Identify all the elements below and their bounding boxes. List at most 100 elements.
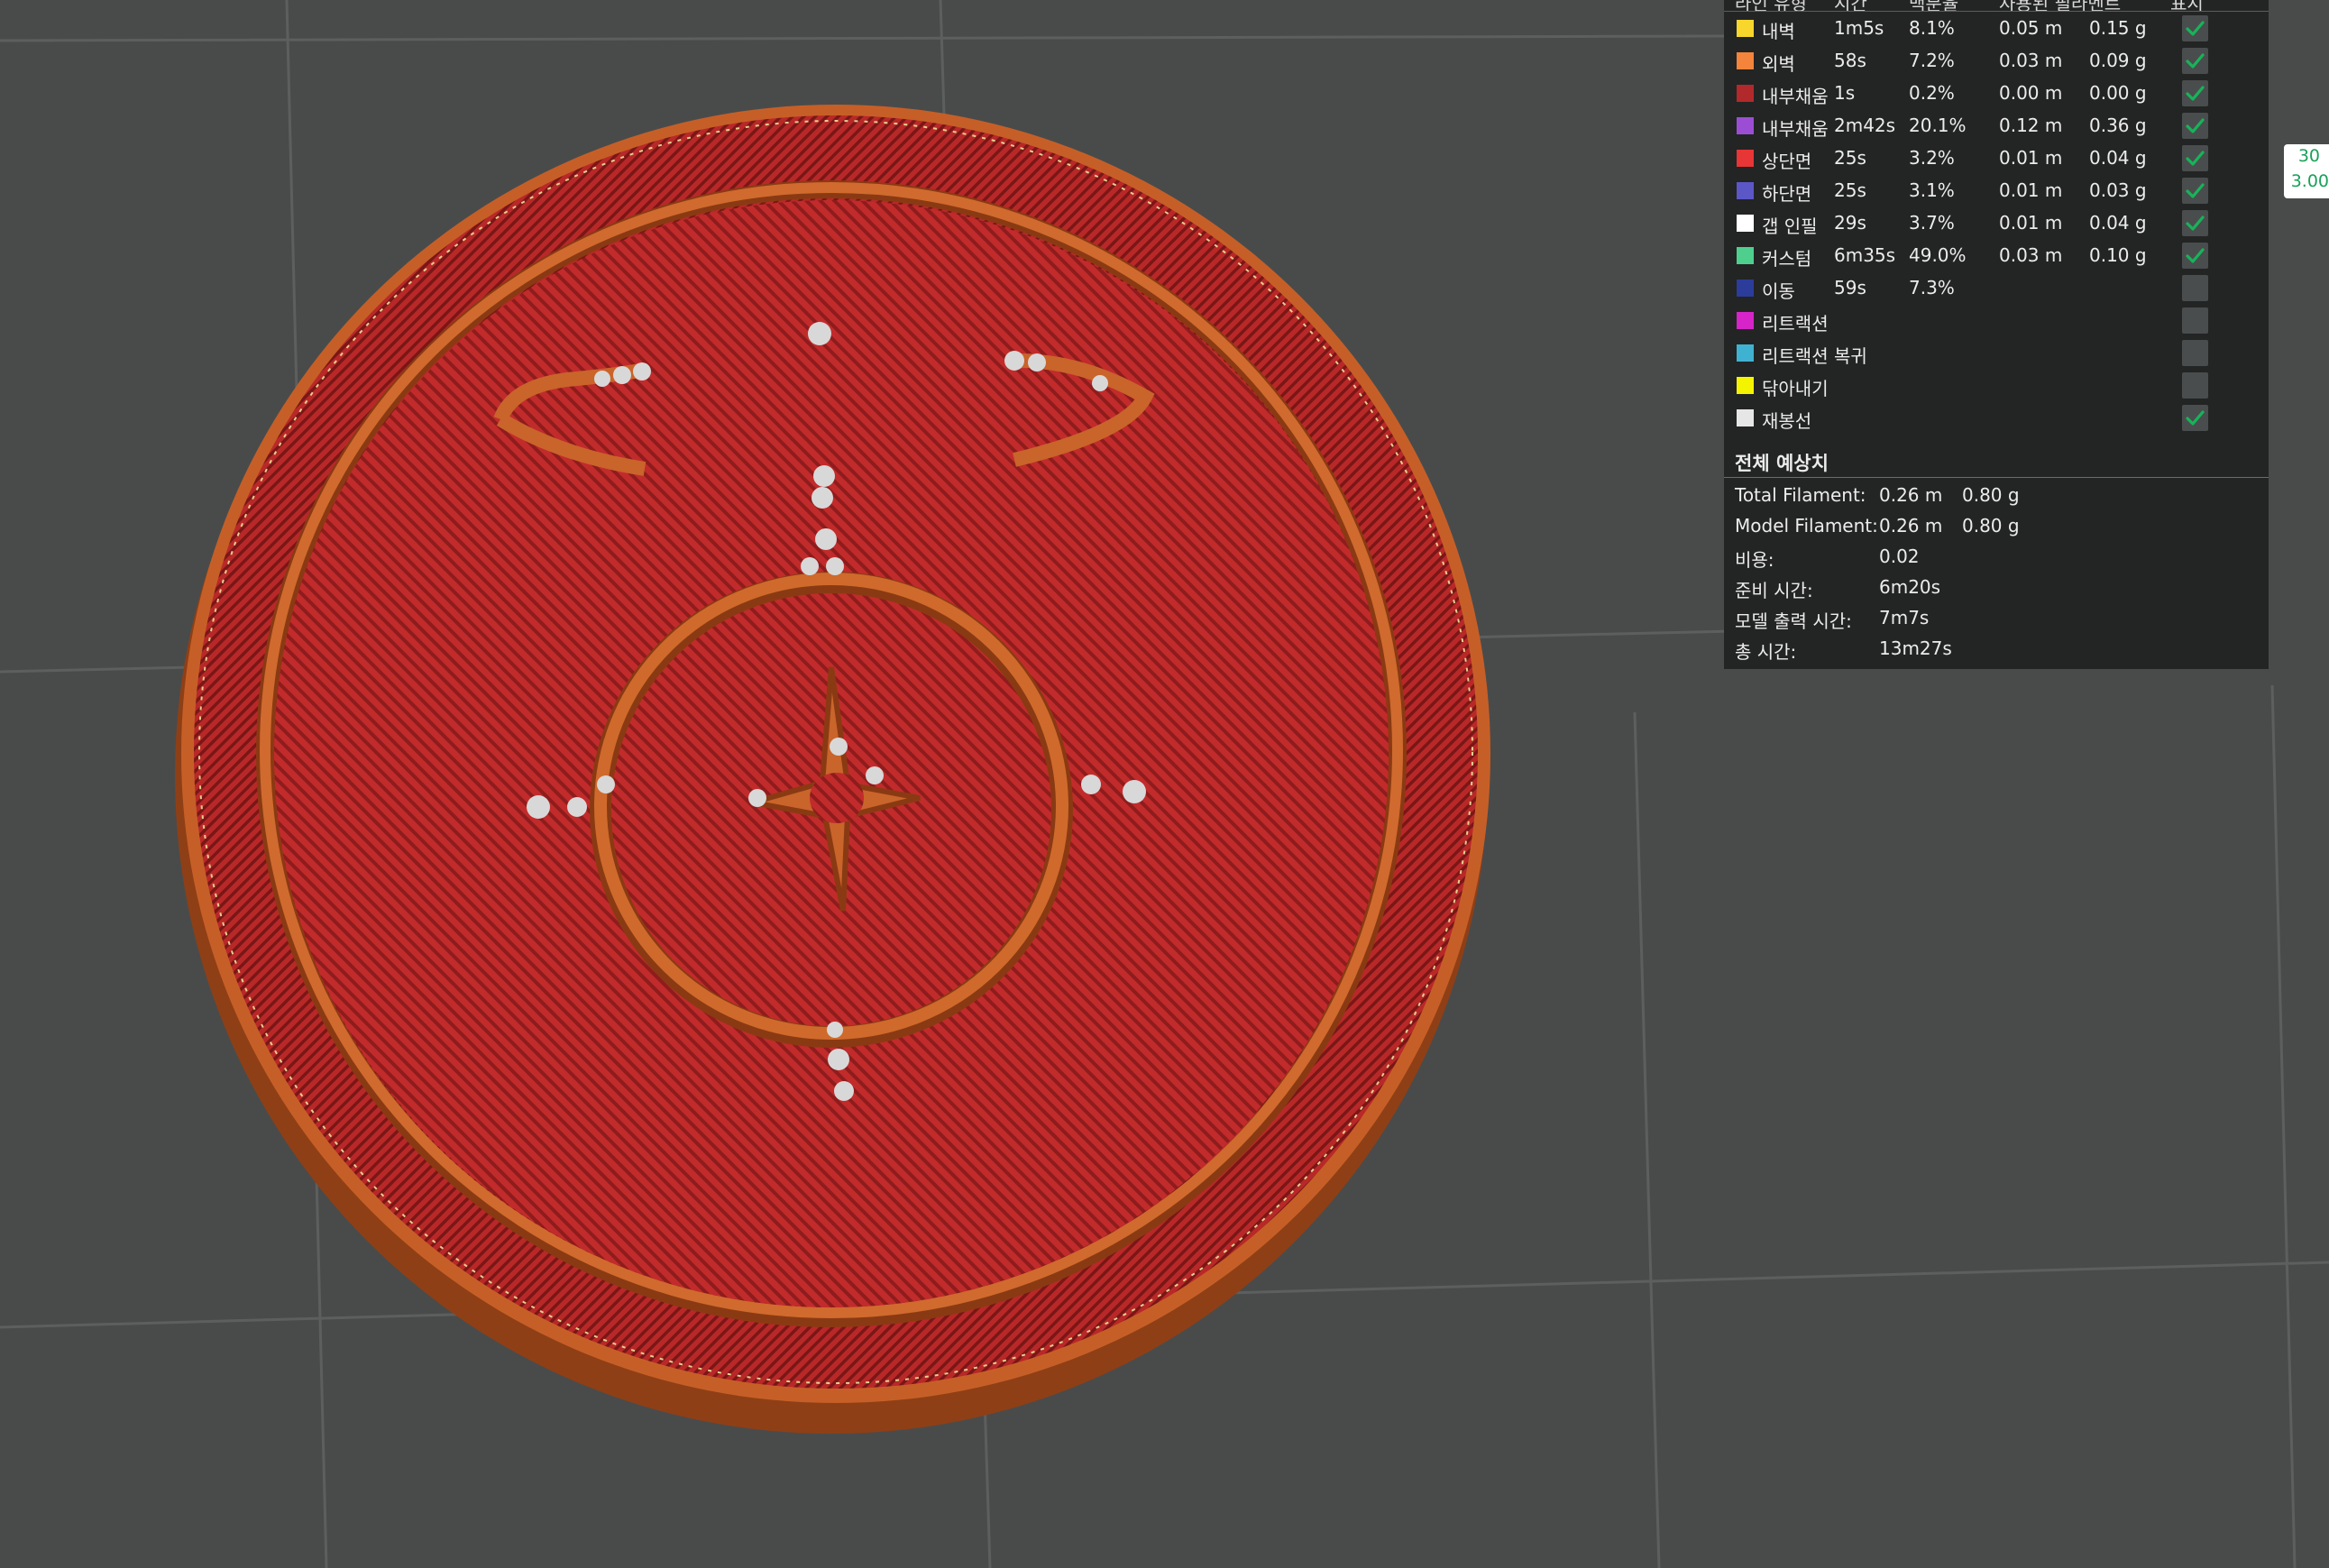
time-value: 1s <box>1834 82 1856 104</box>
color-swatch <box>1737 409 1754 426</box>
legend-row[interactable]: 닦아내기 <box>1724 369 2269 401</box>
legend-panel: 라인 유형 시간 백분율 사용된 필라멘트 표시 내벽 1m5s 8.1% 0.05 … <box>1724 0 2269 669</box>
sliced-model-preview <box>175 105 1490 1434</box>
legend-row[interactable]: 상단면 25s 3.2% 0.01 m 0.04 g <box>1724 142 2269 174</box>
visibility-checkbox[interactable] <box>2182 80 2208 106</box>
check-icon <box>2186 215 2205 231</box>
visibility-checkbox[interactable] <box>2182 307 2208 334</box>
length-value: 0.03 m <box>1999 50 2063 71</box>
header-display: 표시 <box>2170 0 2204 12</box>
visibility-checkbox[interactable] <box>2182 178 2208 204</box>
visibility-checkbox[interactable] <box>2182 48 2208 74</box>
total-value: 0.26 m <box>1879 515 1943 536</box>
legend-row[interactable]: 리트랙션 복귀 <box>1724 336 2269 369</box>
legend-row[interactable]: 하단면 25s 3.1% 0.01 m 0.03 g <box>1724 174 2269 206</box>
percent-value: 49.0% <box>1909 244 1967 266</box>
check-icon <box>2186 410 2205 426</box>
total-value: 6m20s <box>1879 576 1941 598</box>
color-swatch <box>1737 377 1754 394</box>
layer-slider-label[interactable]: 30 3.00 <box>2284 144 2329 198</box>
length-value: 0.01 m <box>1999 147 2063 169</box>
header-filament: 사용된 필라멘트 <box>1999 0 2122 12</box>
legend-row[interactable]: 외벽 58s 7.2% 0.03 m 0.09 g <box>1724 44 2269 77</box>
visibility-checkbox[interactable] <box>2182 145 2208 171</box>
total-label: Total Filament: <box>1735 484 1866 506</box>
legend-row[interactable]: 내벽 1m5s 8.1% 0.05 m 0.15 g <box>1724 12 2269 44</box>
weight-value: 0.10 g <box>2089 244 2147 266</box>
totals-title: 전체 예상치 <box>1735 453 1829 474</box>
check-icon <box>2186 86 2205 101</box>
check-icon <box>2186 21 2205 36</box>
legend-header: 라인 유형 시간 백분율 사용된 필라멘트 표시 <box>1724 0 2269 12</box>
check-icon <box>2186 118 2205 133</box>
legend-row[interactable]: 이동 59s 7.3% <box>1724 271 2269 304</box>
percent-value: 8.1% <box>1909 17 1955 39</box>
time-value: 25s <box>1834 179 1866 201</box>
visibility-checkbox[interactable] <box>2182 372 2208 399</box>
color-swatch <box>1737 85 1754 102</box>
header-percent: 백분율 <box>1909 0 1959 12</box>
visibility-checkbox[interactable] <box>2182 405 2208 431</box>
line-type-label: 상단면 <box>1762 151 1812 172</box>
color-swatch <box>1737 215 1754 232</box>
check-icon <box>2186 183 2205 198</box>
percent-value: 3.7% <box>1909 212 1955 234</box>
layer-number: 30 <box>2297 146 2320 166</box>
percent-value: 3.2% <box>1909 147 1955 169</box>
length-value: 0.01 m <box>1999 212 2063 234</box>
total-row: Model Filament: 0.26 m 0.80 g <box>1735 515 2258 544</box>
check-icon <box>2186 248 2205 263</box>
percent-value: 7.2% <box>1909 50 1955 71</box>
total-value: 13m27s <box>1879 637 1952 659</box>
line-type-label: 하단면 <box>1762 183 1812 205</box>
percent-value: 0.2% <box>1909 82 1955 104</box>
total-value: 0.26 m <box>1879 484 1943 506</box>
time-value: 58s <box>1834 50 1866 71</box>
color-swatch <box>1737 280 1754 297</box>
length-value: 0.05 m <box>1999 17 2063 39</box>
color-swatch <box>1737 20 1754 37</box>
legend-row[interactable]: 재봉선 <box>1724 401 2269 434</box>
percent-value: 3.1% <box>1909 179 1955 201</box>
length-value: 0.01 m <box>1999 179 2063 201</box>
visibility-checkbox[interactable] <box>2182 113 2208 139</box>
visibility-checkbox[interactable] <box>2182 210 2208 236</box>
total-label: Model Filament: <box>1735 515 1878 536</box>
weight-value: 0.15 g <box>2089 17 2147 39</box>
total-row: 준비 시간: 6m20s <box>1735 576 2258 605</box>
weight-value: 0.04 g <box>2089 212 2147 234</box>
total-weight: 0.80 g <box>1962 515 2020 536</box>
line-type-label: 커스텀 <box>1762 248 1812 270</box>
time-value: 29s <box>1834 212 1866 234</box>
total-row: 모델 출력 시간: 7m7s <box>1735 607 2258 636</box>
visibility-checkbox[interactable] <box>2182 340 2208 366</box>
color-swatch <box>1737 247 1754 264</box>
visibility-checkbox[interactable] <box>2182 15 2208 41</box>
line-type-label: 리트랙션 <box>1762 313 1829 335</box>
color-swatch <box>1737 182 1754 199</box>
header-time: 시간 <box>1834 0 1867 12</box>
legend-row[interactable]: 내부채움 2m42s 20.1% 0.12 m 0.36 g <box>1724 109 2269 142</box>
legend-row[interactable]: 내부채움 1s 0.2% 0.00 m 0.00 g <box>1724 77 2269 109</box>
visibility-checkbox[interactable] <box>2182 275 2208 301</box>
time-value: 6m35s <box>1834 244 1896 266</box>
percent-value: 7.3% <box>1909 277 1955 298</box>
visibility-checkbox[interactable] <box>2182 243 2208 269</box>
legend-row[interactable]: 커스텀 6m35s 49.0% 0.03 m 0.10 g <box>1724 239 2269 271</box>
color-swatch <box>1737 52 1754 69</box>
color-swatch <box>1737 150 1754 167</box>
line-type-label: 내부채움 <box>1762 118 1829 140</box>
header-line-type: 라인 유형 <box>1735 0 1807 12</box>
line-type-label: 내부채움 <box>1762 86 1829 107</box>
check-icon <box>2186 151 2205 166</box>
legend-row[interactable]: 갭 인필 29s 3.7% 0.01 m 0.04 g <box>1724 206 2269 239</box>
legend-row[interactable]: 리트랙션 <box>1724 304 2269 336</box>
weight-value: 0.09 g <box>2089 50 2147 71</box>
length-value: 0.03 m <box>1999 244 2063 266</box>
total-weight: 0.80 g <box>1962 484 2020 506</box>
layer-height: 3.00 <box>2290 171 2329 191</box>
color-swatch <box>1737 312 1754 329</box>
weight-value: 0.04 g <box>2089 147 2147 169</box>
weight-value: 0.36 g <box>2089 115 2147 136</box>
time-value: 25s <box>1834 147 1866 169</box>
